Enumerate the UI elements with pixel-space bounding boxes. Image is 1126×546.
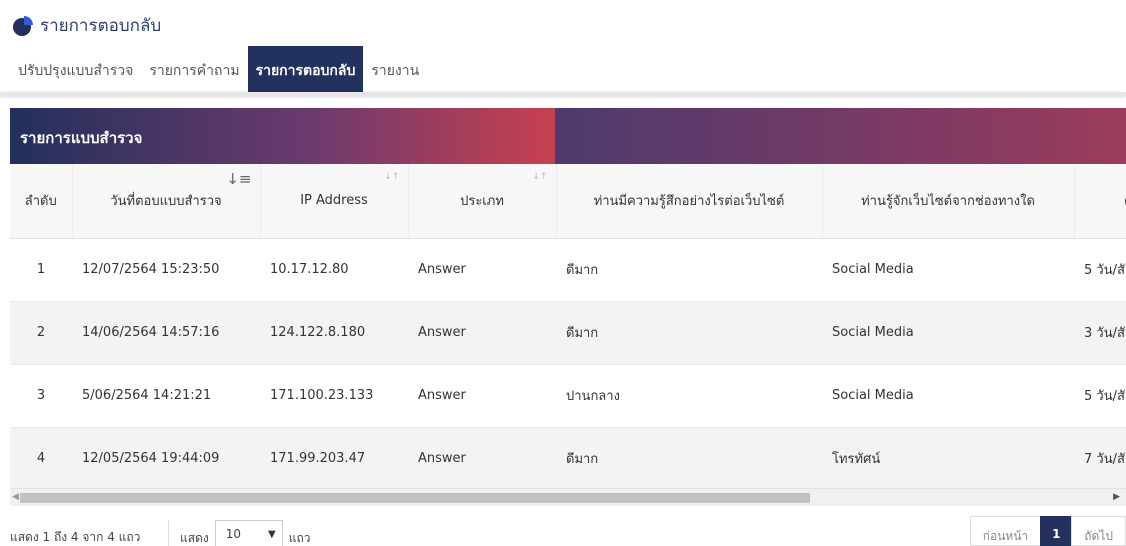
card-header: รายการแบบสำรวจ	[10, 108, 1126, 164]
page-size-select[interactable]: 10 ▼	[214, 520, 283, 546]
cell-channel: Social Media	[822, 238, 1074, 302]
cell-feeling: ดีมาก	[556, 301, 822, 365]
rows-label: แถว	[288, 530, 311, 545]
sort-icon[interactable]: ↓↑	[532, 172, 547, 182]
table-row[interactable]: 1 12/07/2564 15:23:50 10.17.12.80 Answer…	[10, 238, 1126, 302]
column-header-order[interactable]: ลำดับ	[10, 164, 73, 239]
cell-order: 4	[10, 427, 72, 488]
page-size-value: 10	[225, 527, 241, 541]
page-length-control: แสดง 10 ▼ แถว	[180, 520, 311, 546]
cell-channel: โทรทัศน์	[822, 427, 1074, 488]
cell-frequency: 7 วัน/สั	[1074, 427, 1126, 488]
cell-frequency: 5 วัน/สั	[1074, 364, 1126, 428]
previous-button[interactable]: ก่อนหน้า	[969, 516, 1042, 546]
sort-desc-icon[interactable]: ↓≡	[226, 170, 251, 188]
column-header-frequency[interactable]: คว	[1074, 164, 1126, 239]
header-divider	[0, 92, 1126, 96]
column-header-type[interactable]: ประเภท ↓↑	[408, 164, 557, 239]
column-header-ip[interactable]: IP Address ↓↑	[260, 164, 409, 239]
responses-table-wrapper: ลำดับ วันที่ตอบแบบสำรวจ ↓≡ IP Address ↓↑ ป…	[10, 164, 1126, 488]
tab-edit-survey[interactable]: ปรับปรุงแบบสำรวจ	[10, 46, 141, 92]
cell-channel: Social Media	[822, 364, 1074, 428]
scrollbar-thumb[interactable]	[20, 493, 810, 503]
table-row[interactable]: 3 5/06/2564 14:21:21 171.100.23.133 Answ…	[10, 364, 1126, 428]
cell-feeling: ปานกลาง	[556, 364, 822, 428]
tab-questions[interactable]: รายการคำถาม	[141, 46, 247, 92]
tab-bar: ปรับปรุงแบบสำรวจ รายการคำถาม รายการตอบกล…	[10, 46, 427, 92]
table-footer: แสดง 1 ถึง 4 จาก 4 แถว แสดง 10 ▼ แถว ก่อ…	[10, 516, 1126, 546]
cell-date: 14/06/2564 14:57:16	[72, 301, 260, 365]
page-title: รายการตอบกลับ	[40, 16, 162, 36]
chevron-down-icon: ▼	[268, 528, 276, 540]
page-button-current[interactable]: 1	[1040, 516, 1073, 546]
cell-type: Answer	[408, 238, 556, 302]
responses-table: ลำดับ วันที่ตอบแบบสำรวจ ↓≡ IP Address ↓↑ ป…	[10, 164, 1126, 488]
cell-order: 3	[10, 364, 72, 428]
page-header: รายการตอบกลับ ปรับปรุงแบบสำรวจ รายการคำถ…	[0, 0, 1126, 96]
tab-report[interactable]: รายงาน	[363, 46, 427, 92]
pie-chart-icon	[13, 15, 33, 36]
tab-responses[interactable]: รายการตอบกลับ	[247, 46, 364, 92]
cell-channel: Social Media	[822, 301, 1074, 365]
cell-frequency: 5 วัน/สั	[1074, 238, 1126, 302]
card-title: รายการแบบสำรวจ	[20, 129, 143, 147]
pagination: ก่อนหน้า 1 ถัดไป	[969, 516, 1126, 546]
cell-ip: 124.122.8.180	[260, 301, 408, 365]
divider	[168, 520, 169, 546]
cell-ip: 171.100.23.133	[260, 364, 408, 428]
table-row[interactable]: 4 12/05/2564 19:44:09 171.99.203.47 Answ…	[10, 427, 1126, 488]
cell-date: 5/06/2564 14:21:21	[72, 364, 260, 428]
show-label: แสดง	[180, 530, 209, 545]
cell-date: 12/07/2564 15:23:50	[72, 238, 260, 302]
horizontal-scrollbar[interactable]: ◀ ▶	[10, 488, 1126, 506]
cell-feeling: ดีมาก	[556, 238, 822, 302]
cell-frequency: 3 วัน/สั	[1074, 301, 1126, 365]
cell-feeling: ดีมาก	[556, 427, 822, 488]
table-info: แสดง 1 ถึง 4 จาก 4 แถว	[10, 530, 141, 544]
cell-type: Answer	[408, 427, 556, 488]
cell-type: Answer	[408, 301, 556, 365]
cell-ip: 171.99.203.47	[260, 427, 408, 488]
table-header-row: ลำดับ วันที่ตอบแบบสำรวจ ↓≡ IP Address ↓↑ ป…	[10, 164, 1126, 239]
scroll-left-icon[interactable]: ◀	[12, 492, 19, 502]
column-header-feeling[interactable]: ท่านมีความรู้สึกอย่างไรต่อเว็บไซต์	[556, 164, 823, 239]
app-title: รายการตอบกลับ	[12, 12, 161, 39]
next-button[interactable]: ถัดไป	[1071, 516, 1126, 546]
column-header-channel[interactable]: ท่านรู้จักเว็บไซต์จากช่องทางใด	[822, 164, 1075, 239]
cell-date: 12/05/2564 19:44:09	[72, 427, 260, 488]
scroll-right-icon[interactable]: ▶	[1113, 492, 1120, 502]
table-row[interactable]: 2 14/06/2564 14:57:16 124.122.8.180 Answ…	[10, 301, 1126, 365]
cell-order: 2	[10, 301, 72, 365]
cell-type: Answer	[408, 364, 556, 428]
column-header-date[interactable]: วันที่ตอบแบบสำรวจ ↓≡	[72, 164, 261, 239]
sort-icon[interactable]: ↓↑	[384, 172, 399, 182]
cell-ip: 10.17.12.80	[260, 238, 408, 302]
cell-order: 1	[10, 238, 72, 302]
